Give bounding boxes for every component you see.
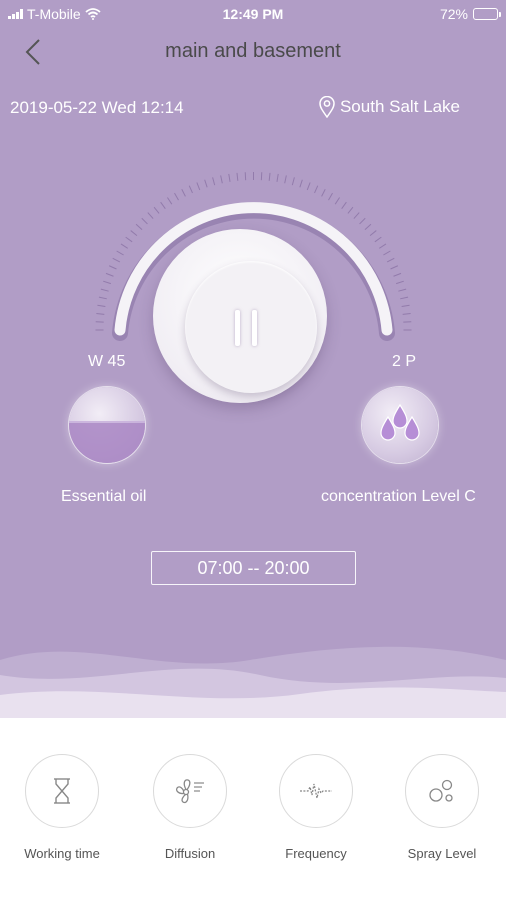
dial-tick [153,206,160,214]
nav-label: Frequency [285,846,347,861]
dial-tick [383,250,391,256]
bottom-nav: Working time Diffusion Frequency Spray L… [0,718,506,900]
dial-tick [135,223,143,231]
dial-tick [276,173,279,182]
dial-tick [204,179,208,188]
dial-tick [98,296,107,300]
dial-tick [284,175,287,184]
dial-tick [386,257,395,263]
nav-label: Diffusion [164,846,216,861]
concentration-value: 2 P [392,353,417,370]
dial-tick [167,197,173,205]
dial-tick [359,217,366,225]
nav-icon-circle [279,754,353,828]
dial-tick [103,280,111,285]
dial-tick [334,197,340,205]
dial-tick [125,236,133,243]
main-panel: T-Mobile 12:49 PM 72% main and basement … [0,0,506,718]
nav-diffusion[interactable]: Diffusion [135,754,245,861]
decorative-waves [0,646,506,718]
dial-tick [141,217,148,225]
dial-tick [160,201,166,209]
nav-icon-circle [405,754,479,828]
dial-tick [96,312,105,315]
dial-tick [108,265,117,270]
dial-tick [390,265,399,270]
drops-icon [380,403,420,441]
essential-oil-indicator[interactable] [69,387,145,463]
nav-frequency[interactable]: Frequency [261,754,371,861]
schedule-range[interactable]: 07:00 -- 20:00 [151,551,356,585]
dial-tick [105,272,114,277]
dial-tick [402,312,411,315]
dial-tick [396,280,404,285]
concentration-label: concentration Level C [321,488,476,505]
nav-working-time[interactable]: Working time [7,754,117,861]
dial-tick [328,192,333,201]
essential-oil-label: Essential oil [61,488,147,505]
nav-spray-level[interactable]: Spray Level [387,754,497,861]
dial-tick [379,243,387,249]
dial-tick [97,304,106,308]
dial-tick [353,212,360,219]
dial-tick [306,182,311,191]
dial-tick [147,212,154,219]
dial-tick [393,272,402,277]
dial-tick [374,236,382,243]
bubbles-icon [429,779,453,802]
dial-tick [236,172,239,181]
dial-tick [188,185,193,194]
dial-tick [398,288,407,292]
concentration-indicator[interactable] [362,387,438,463]
dial-tick [174,192,179,201]
dial-tick [220,175,223,184]
dial-tick [401,304,410,308]
oil-volume-value: W 45 [88,353,126,370]
dial-tick [369,230,377,236]
dial-tick [181,188,186,197]
dial-tick [347,206,354,214]
nav-label: Spray Level [407,846,477,861]
dial-tick [130,230,138,236]
nav-icon-circle [25,754,99,828]
dial-tick [100,288,109,292]
pulse-wave-icon [300,783,332,799]
dial-tick [299,179,303,188]
dial-tick [291,177,295,186]
dial-tick [112,257,121,263]
fan-icon [175,779,204,804]
dial-tick [341,201,347,209]
dial-tick [196,182,201,191]
dial-tick [314,185,319,194]
hourglass-icon [54,778,70,804]
dial-tick [120,243,128,249]
oil-level-fill [69,421,145,463]
dial-tick [228,173,231,182]
nav-icon-circle [153,754,227,828]
dial-tick [364,223,372,231]
dial-tick [212,177,216,186]
nav-label: Working time [24,846,100,861]
dial-tick [268,172,271,181]
pause-icon [235,310,257,346]
dial-tick [116,250,124,256]
dial-tick [400,296,409,300]
dial-tick [321,188,326,197]
